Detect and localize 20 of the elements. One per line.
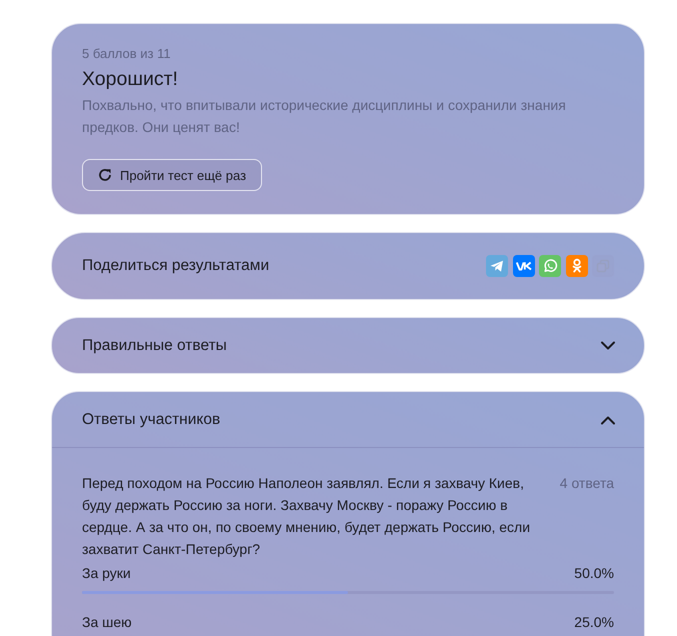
answer-percent: 25.0%: [574, 613, 614, 632]
answer-percent: 50.0%: [574, 564, 614, 583]
phone-bubble-icon[interactable]: [539, 255, 561, 277]
result-description: Похвально, что впитывали исторические дисциплины и сохранили знания предков. Они ценят вас!: [82, 96, 567, 137]
refresh-icon: [98, 168, 112, 182]
answer-count: 4 ответа: [560, 474, 614, 493]
section-title[interactable]: Правильные ответы: [82, 336, 227, 354]
vk-logo-icon[interactable]: [512, 255, 534, 277]
chevron-up-icon[interactable]: [600, 414, 616, 424]
stick-figure-icon[interactable]: [566, 255, 588, 277]
share-label: Поделиться результатами: [82, 257, 270, 275]
result-title: Хорошист!: [82, 67, 178, 92]
retry-button[interactable]: Пройти тест ещё раз: [82, 159, 262, 191]
answer-label: За руки: [82, 564, 131, 583]
paper-plane-icon[interactable]: [486, 255, 508, 277]
answer-label: За шею: [82, 613, 132, 632]
question-text: Перед походом на Россию Наполеон заявлял. Если я захвачу Киев, буду держать Россию за ноги. Захвачу Москву - поражу Россию в сердце. А за что он, по своему мнению, будет держать Россию, если захватит Санкт-Петербург?: [82, 474, 532, 559]
chevron-down-icon[interactable]: [600, 340, 616, 350]
section-title[interactable]: Ответы участников: [82, 410, 220, 428]
score-text: 5 баллов из 11: [82, 45, 171, 63]
